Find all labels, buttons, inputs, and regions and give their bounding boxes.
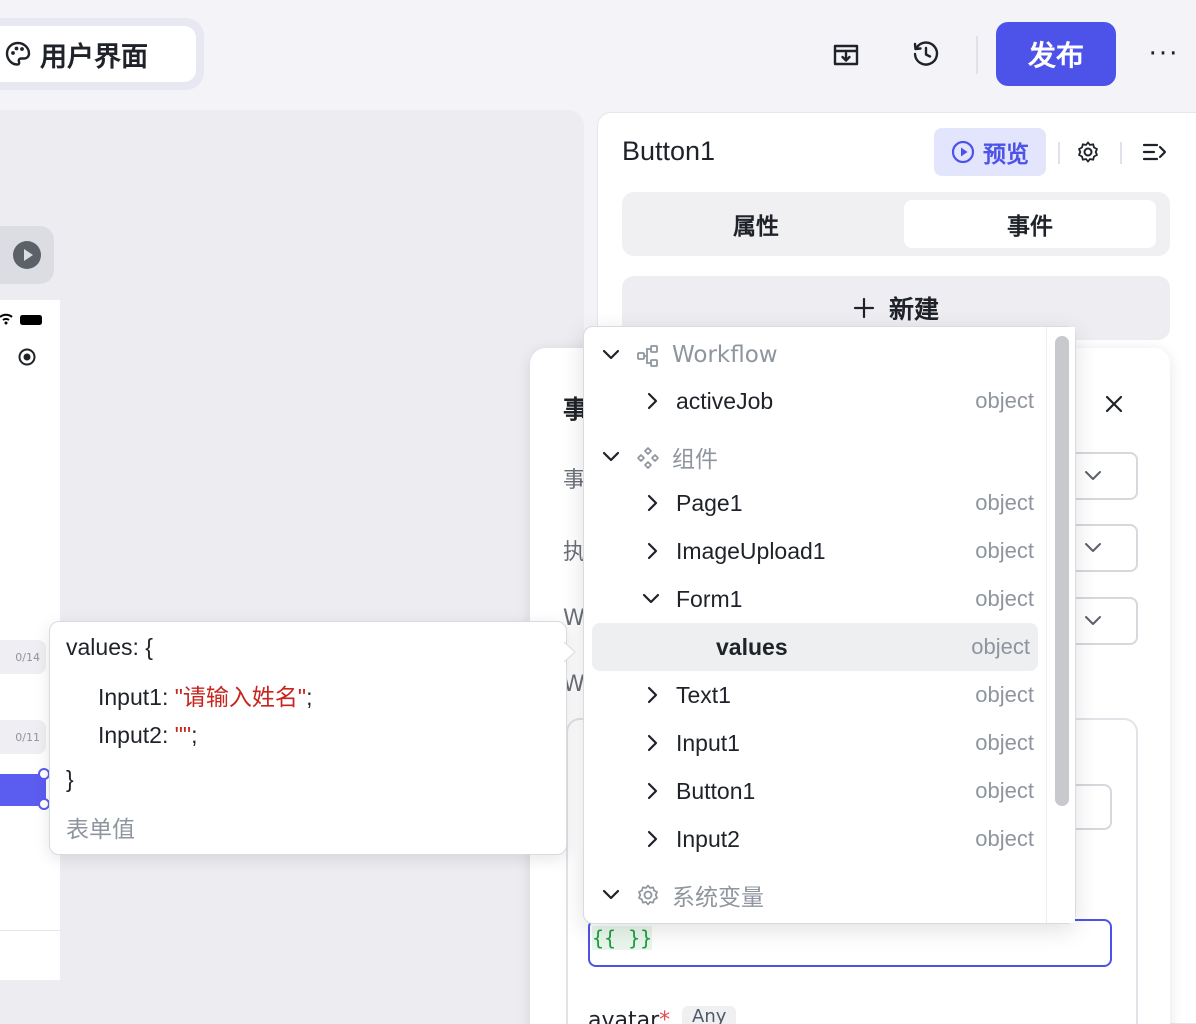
tooltip-arrow	[563, 641, 576, 663]
gear-icon	[636, 883, 660, 913]
chevron-right-icon	[642, 684, 664, 706]
canvas-input1-counter[interactable]: 0/14	[0, 640, 46, 674]
tree-item-button1[interactable]: Button1 object	[584, 767, 1054, 815]
dropdown-scrollbar-thumb[interactable]	[1055, 336, 1069, 806]
workflow-icon	[636, 344, 660, 374]
collapse-panel-button[interactable]	[1138, 136, 1172, 168]
chevron-right-icon	[642, 732, 664, 754]
group-components[interactable]: 组件	[584, 433, 1054, 481]
history-button[interactable]	[906, 34, 946, 74]
tab-properties[interactable]: 属性	[630, 200, 882, 248]
canvas-preview-button[interactable]	[0, 226, 54, 284]
page-tab-user-interface[interactable]: 用户界面	[0, 26, 196, 82]
group-system-variables[interactable]: 系统变量	[584, 871, 1054, 919]
avatar-type-tag: Any	[682, 1006, 737, 1024]
status-bar-icons	[0, 313, 42, 325]
palette-icon	[5, 41, 31, 66]
tree-item-form1[interactable]: Form1 object	[584, 575, 1054, 623]
group-label: 组件	[672, 447, 718, 473]
tooltip-description: 表单值	[66, 816, 135, 842]
tree-item-input2[interactable]: Input2 object	[584, 815, 1054, 863]
group-workflow[interactable]: Workflow	[584, 331, 1054, 379]
tooltip-line-input1: Input1: "请输入姓名";	[98, 684, 313, 710]
close-icon	[1105, 395, 1123, 413]
chevron-right-icon	[642, 540, 664, 562]
selected-component-title: Button1	[622, 136, 716, 166]
chevron-down-icon	[600, 446, 622, 468]
chevron-right-icon	[642, 828, 664, 850]
panel-divider-2	[1120, 142, 1122, 164]
phone-divider	[0, 930, 60, 931]
tree-item-input1[interactable]: Input1 object	[584, 719, 1054, 767]
event-field-label-2: 执	[563, 540, 586, 565]
play-circle-icon	[951, 140, 975, 164]
chevron-right-icon	[642, 492, 664, 514]
chevron-down-icon	[1085, 543, 1101, 552]
chevron-right-icon	[642, 780, 664, 802]
chevron-down-icon	[640, 588, 662, 610]
avatar-param-label: avatar*	[588, 1008, 670, 1024]
canvas-input2-counter[interactable]: 0/11	[0, 720, 46, 754]
preview-button[interactable]: 预览	[934, 128, 1046, 176]
chevron-down-icon	[1085, 616, 1101, 625]
chevron-down-icon	[600, 884, 622, 906]
expression-input[interactable]: {{ }}	[588, 919, 1112, 967]
tree-item-page1[interactable]: Page1 object	[584, 479, 1054, 527]
tree-item-activejob[interactable]: activeJob object	[584, 377, 1054, 425]
tooltip-line-input2: Input2: "";	[98, 722, 198, 748]
page-tab-label: 用户界面	[40, 41, 148, 73]
close-event-card-button[interactable]	[1098, 388, 1130, 420]
download-box-icon	[833, 44, 859, 66]
panel-divider-1	[1058, 142, 1060, 164]
tree-item-form1-values[interactable]: values object	[592, 623, 1038, 671]
event-field-label-1: 事	[563, 468, 586, 493]
group-label: 系统变量	[672, 885, 764, 911]
preview-label: 预览	[983, 142, 1029, 168]
history-icon	[913, 41, 939, 66]
capsule-target-icon[interactable]	[16, 346, 38, 368]
chevron-down-icon	[600, 344, 622, 366]
required-mark: *	[659, 1008, 671, 1024]
save-to-library-button[interactable]	[826, 36, 866, 72]
variable-picker-dropdown: Workflow activeJob object 组件 Page1 objec…	[583, 326, 1076, 924]
panel-settings-button[interactable]	[1072, 136, 1104, 168]
more-options-button[interactable]: ···	[1140, 34, 1188, 74]
chevron-down-icon	[1085, 471, 1101, 480]
tab-events[interactable]: 事件	[904, 200, 1156, 248]
tree-item-imageupload1[interactable]: ImageUpload1 object	[584, 527, 1054, 575]
publish-button[interactable]: 发布	[996, 22, 1116, 86]
component-icon	[636, 446, 660, 476]
design-canvas	[0, 110, 584, 1024]
tree-item-text1[interactable]: Text1 object	[584, 671, 1054, 719]
param-input-field[interactable]	[1070, 784, 1112, 830]
plus-icon	[853, 297, 875, 319]
chevron-right-icon	[642, 390, 664, 412]
value-preview-tooltip: values: { Input1: "请输入姓名"; Input2: ""; }…	[49, 621, 567, 855]
new-event-label: 新建	[888, 295, 939, 324]
collapse-right-icon	[1142, 143, 1167, 161]
gear-icon	[1078, 141, 1098, 163]
play-icon	[13, 241, 41, 269]
tooltip-line-open: values: {	[66, 634, 153, 660]
tooltip-line-close: }	[66, 766, 74, 792]
toolbar-divider	[976, 36, 978, 74]
group-label: Workflow	[672, 342, 778, 368]
more-icon: ···	[1148, 39, 1180, 69]
expression-value: {{ }}	[592, 926, 653, 950]
